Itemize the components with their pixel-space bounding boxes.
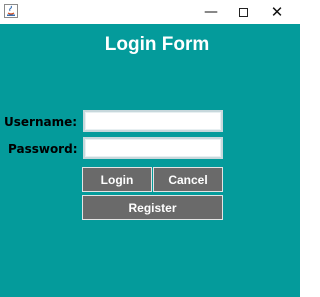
maximize-icon xyxy=(238,7,248,17)
title-bar: — ✕ xyxy=(0,0,300,24)
username-input[interactable] xyxy=(83,110,223,132)
maximize-button[interactable] xyxy=(228,0,258,24)
login-panel: Login Form Username: Password: Login Can… xyxy=(0,24,300,297)
cancel-button[interactable]: Cancel xyxy=(153,167,223,192)
login-button[interactable]: Login xyxy=(82,167,152,192)
java-app-icon xyxy=(4,4,18,18)
minimize-icon: — xyxy=(204,4,218,20)
minimize-button[interactable]: — xyxy=(196,0,226,24)
form-title: Login Form xyxy=(104,34,210,55)
close-button[interactable]: ✕ xyxy=(262,0,292,24)
close-icon: ✕ xyxy=(270,3,284,21)
password-label: Password: xyxy=(8,142,78,156)
username-label: Username: xyxy=(4,115,78,129)
password-input[interactable] xyxy=(83,137,223,159)
register-button[interactable]: Register xyxy=(82,195,223,220)
